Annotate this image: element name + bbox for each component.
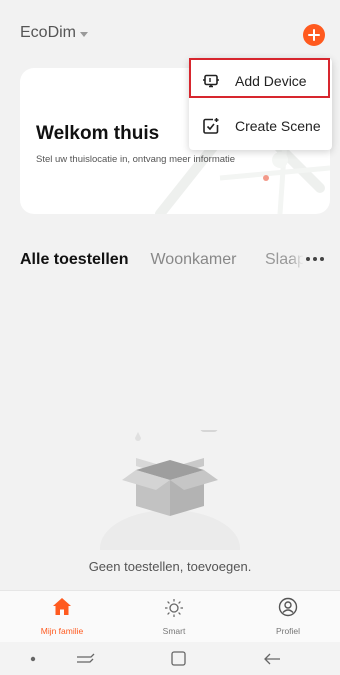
bottom-navigation: Mijn familie Smart Profiel <box>0 590 340 643</box>
home-square-icon[interactable] <box>170 650 188 668</box>
nav-label-profiel: Profiel <box>275 626 301 636</box>
dot-icon[interactable] <box>30 656 36 662</box>
nav-profiel[interactable]: Profiel <box>248 591 328 643</box>
empty-box-illustration <box>100 430 240 550</box>
home-selector[interactable]: EcoDim <box>20 24 89 42</box>
menu-item-create-scene[interactable]: Create Scene <box>189 107 332 145</box>
tab-woonkamer[interactable]: Woonkamer <box>150 251 236 269</box>
add-button[interactable] <box>303 24 325 46</box>
recent-apps-icon[interactable] <box>75 650 95 666</box>
room-tabs: Alle toestellen Woonkamer <box>20 251 236 269</box>
caret-down-icon <box>80 31 89 37</box>
back-arrow-icon[interactable] <box>262 651 282 667</box>
welcome-title: Welkom thuis <box>36 123 160 144</box>
system-navigation-bar <box>0 642 340 675</box>
create-scene-label: Create Scene <box>235 118 321 134</box>
create-scene-icon <box>203 118 219 134</box>
nav-smart[interactable]: Smart <box>134 591 214 643</box>
more-tabs-icon[interactable] <box>306 257 324 261</box>
home-name-label: EcoDim <box>20 24 77 41</box>
nav-label-mijn-familie: Mijn familie <box>40 626 84 636</box>
empty-state-message[interactable]: Geen toestellen, toevoegen. <box>0 559 340 574</box>
home-icon <box>53 598 71 615</box>
tab-alle-toestellen[interactable]: Alle toestellen <box>20 251 128 269</box>
nav-mijn-familie[interactable]: Mijn familie <box>22 591 102 643</box>
welcome-subtitle[interactable]: Stel uw thuislocatie in, ontvang meer in… <box>36 154 235 165</box>
sun-icon <box>165 599 183 617</box>
profile-icon <box>278 597 298 617</box>
tab-fade-overlay <box>290 246 304 272</box>
nav-label-smart: Smart <box>162 626 186 636</box>
add-device-highlight-box <box>189 58 330 98</box>
